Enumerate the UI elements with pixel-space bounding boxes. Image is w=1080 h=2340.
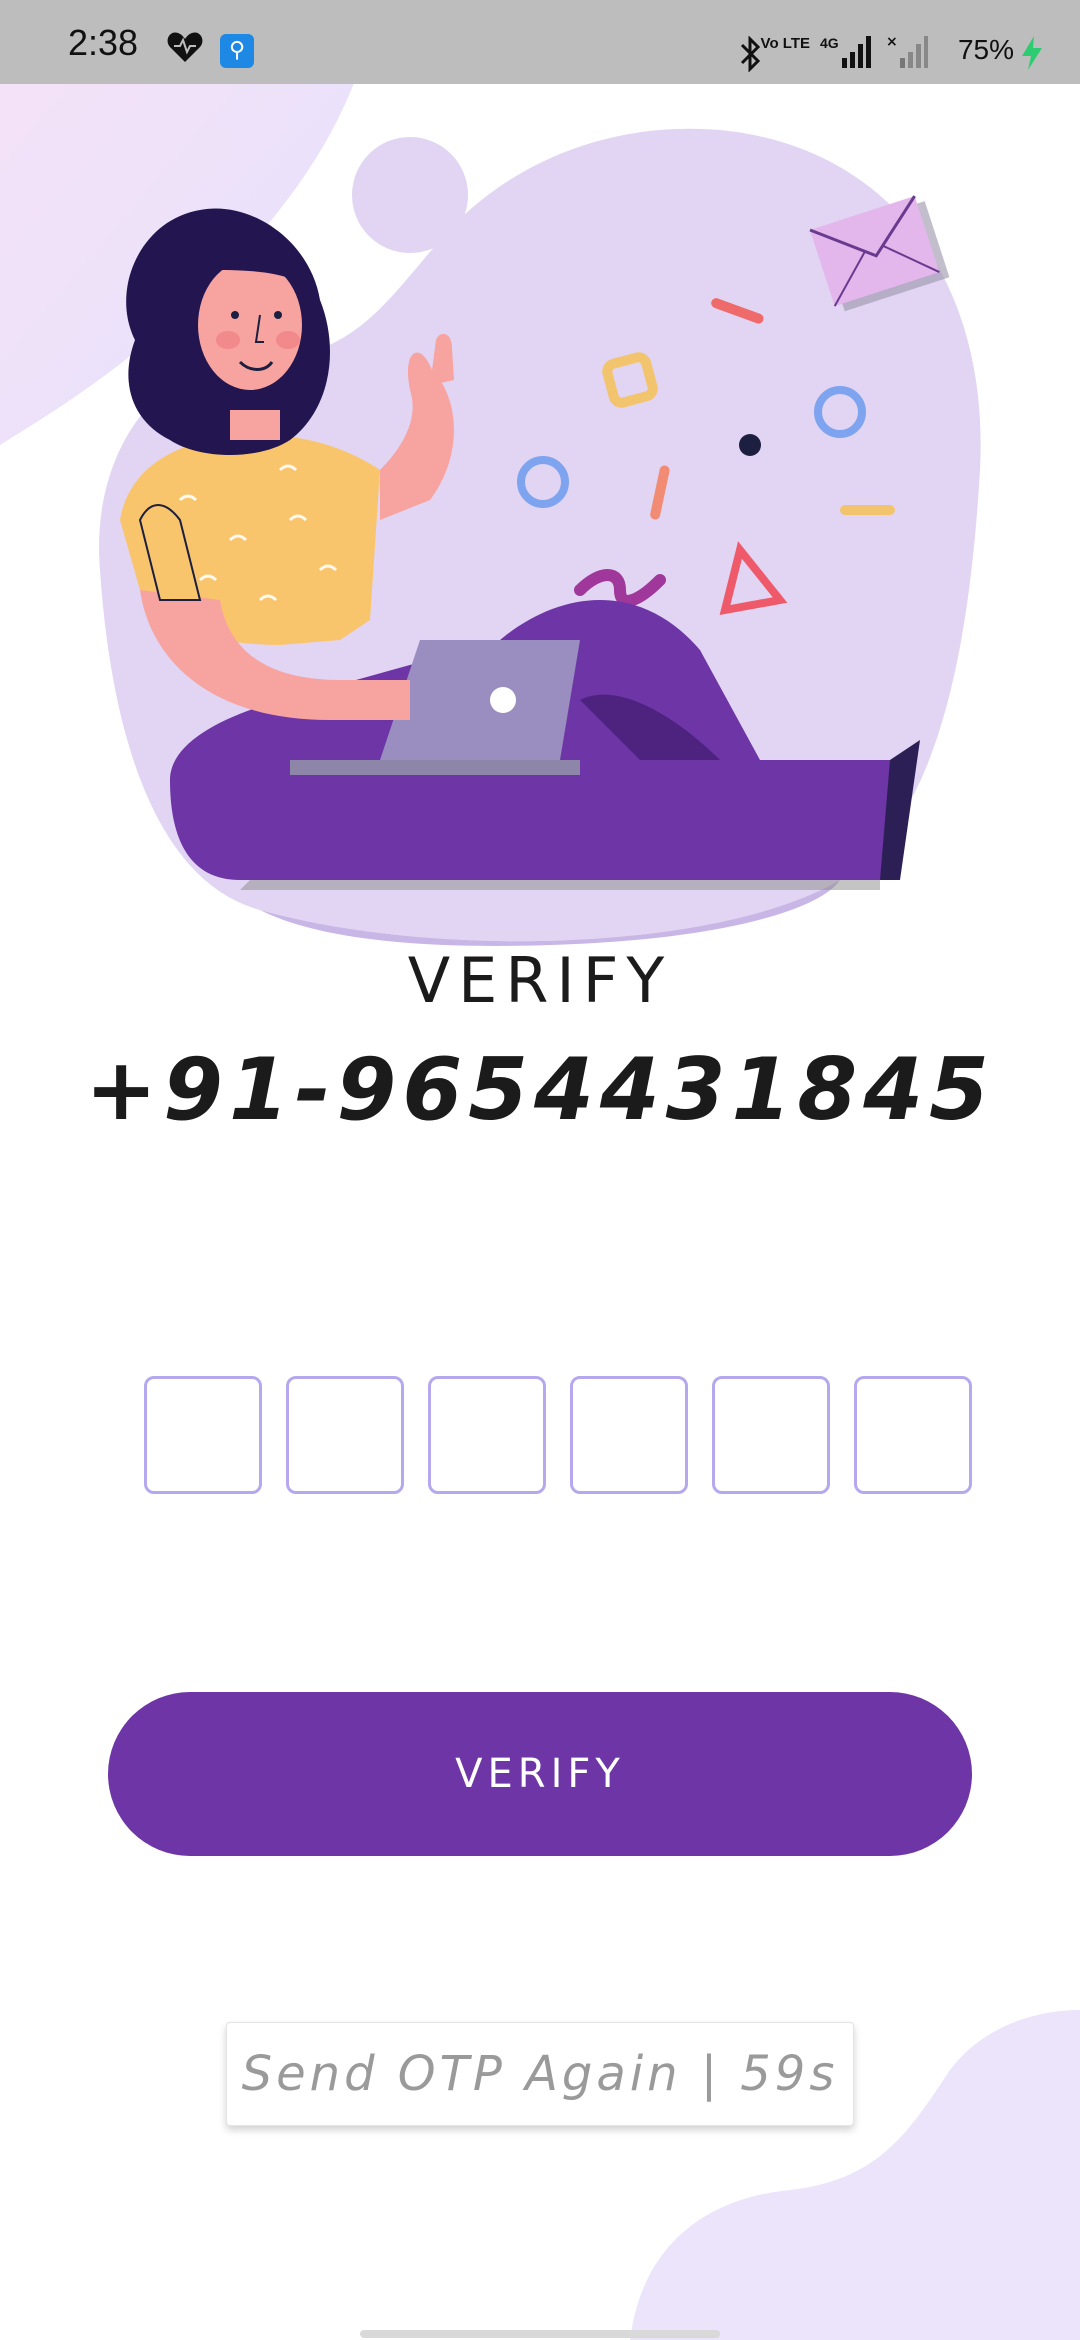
status-time: 2:38 [68,22,139,63]
otp-digit-1[interactable] [144,1376,262,1494]
otp-digit-5[interactable] [712,1376,830,1494]
signal-icon: 4G [820,35,871,68]
otp-digit-6[interactable] [854,1376,972,1494]
heart-icon [167,32,203,62]
battery-charging-icon [1022,36,1042,70]
verify-button[interactable]: VERIFY [108,1692,972,1856]
phone-number: +91-9654431845 [85,1040,995,1140]
usb-icon: ⚲ [220,34,254,68]
signal-icon-secondary: × [886,34,928,68]
otp-digit-4[interactable] [570,1376,688,1494]
home-indicator[interactable] [360,2330,720,2338]
volte-indicator: Vo LTE [760,35,810,52]
svg-text:4G: 4G [820,35,839,51]
page-title: VERIFY [407,944,673,1017]
battery-percent: 75% [957,34,1014,65]
woman-with-laptop-illustration [99,128,981,946]
otp-digit-3[interactable] [428,1376,546,1494]
svg-text:×: × [886,34,898,50]
status-bar: 2:38 ⚲ Vo LTE 4G × 75% [0,0,1080,84]
otp-digit-2[interactable] [286,1376,404,1494]
otp-input-group [144,1376,972,1494]
resend-otp-button[interactable]: Send OTP Again | 59s [226,2022,854,2126]
